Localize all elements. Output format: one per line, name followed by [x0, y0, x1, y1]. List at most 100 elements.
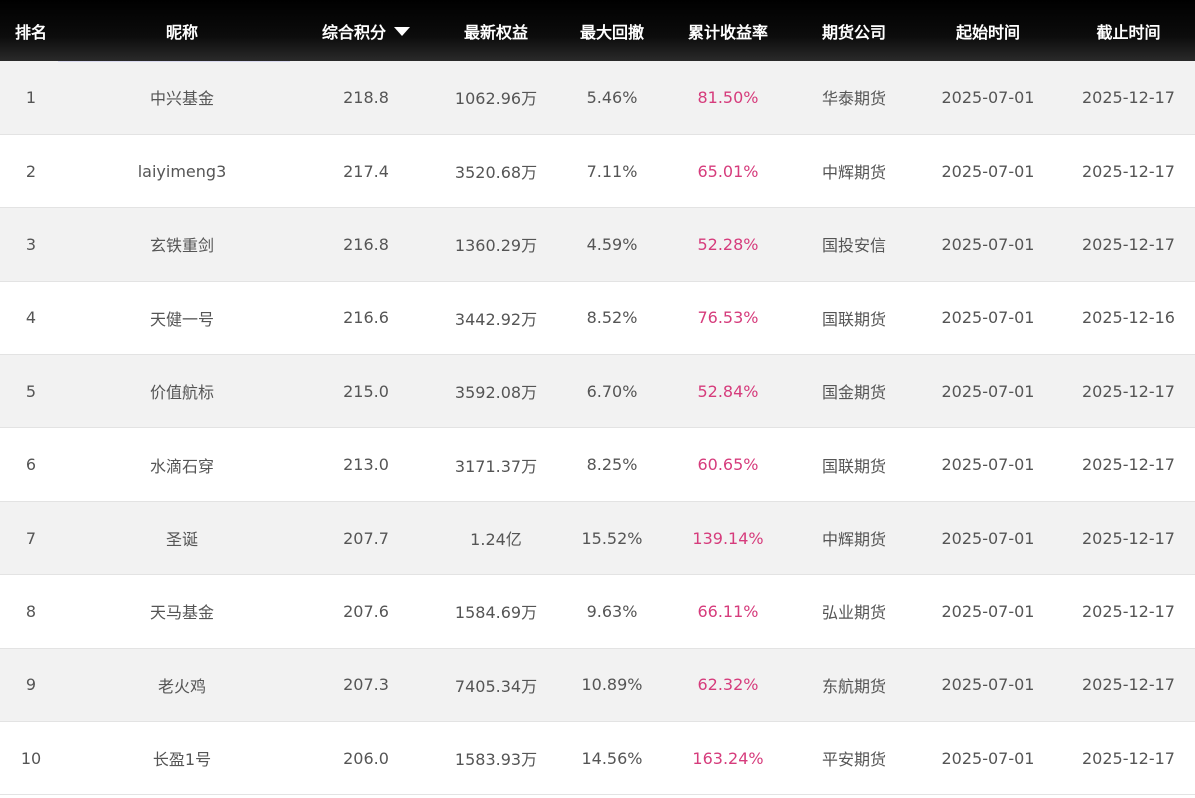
cell-nickname: 老火鸡 — [62, 648, 302, 723]
cell-rank: 9 — [0, 648, 62, 723]
cell-start: 2025-07-01 — [914, 354, 1062, 429]
cell-end: 2025-12-17 — [1062, 354, 1195, 429]
cell-start: 2025-07-01 — [914, 207, 1062, 282]
cell-nickname: 圣诞 — [62, 501, 302, 576]
cell-equity: 7405.34万 — [430, 648, 562, 723]
cell-start: 2025-07-01 — [914, 721, 1062, 796]
cell-drawdown: 8.52% — [562, 281, 662, 356]
cell-drawdown: 10.89% — [562, 648, 662, 723]
table-row: 3 玄铁重剑 216.8 1360.29万 4.59% 52.28% 国投安信 … — [0, 207, 1195, 282]
table-row: 4 天健一号 216.6 3442.92万 8.52% 76.53% 国联期货 … — [0, 281, 1195, 356]
header-score[interactable]: 综合积分 — [302, 0, 430, 61]
cell-return: 163.24% — [662, 721, 794, 796]
cell-end: 2025-12-17 — [1062, 648, 1195, 723]
cell-nickname: 玄铁重剑 — [62, 207, 302, 282]
cell-return: 60.65% — [662, 427, 794, 502]
cell-start: 2025-07-01 — [914, 61, 1062, 135]
cell-start: 2025-07-01 — [914, 501, 1062, 576]
cell-score: 207.6 — [302, 574, 430, 649]
cell-rank: 4 — [0, 281, 62, 356]
cell-company: 华泰期货 — [794, 61, 914, 135]
cell-end: 2025-12-17 — [1062, 207, 1195, 282]
cell-end: 2025-12-16 — [1062, 281, 1195, 356]
cell-return: 62.32% — [662, 648, 794, 723]
header-company: 期货公司 — [821, 22, 886, 42]
header-return: 累计收益率 — [687, 22, 768, 42]
row-divider — [58, 61, 290, 62]
cell-equity: 3171.37万 — [430, 427, 562, 502]
cell-equity: 1062.96万 — [430, 61, 562, 135]
cell-company: 平安期货 — [794, 721, 914, 796]
triangle-down-icon[interactable] — [394, 26, 410, 36]
table-row: 8 天马基金 207.6 1584.69万 9.63% 66.11% 弘业期货 … — [0, 574, 1195, 649]
header-end: 截止时间 — [1096, 22, 1161, 42]
cell-nickname-text: 中兴基金 — [149, 89, 214, 109]
cell-rank: 5 — [0, 354, 62, 429]
cell-start: 2025-07-01 — [914, 281, 1062, 356]
cell-company: 国联期货 — [794, 427, 914, 502]
cell-equity: 3442.92万 — [430, 281, 562, 356]
cell-end: 2025-12-17 — [1062, 721, 1195, 796]
cell-company: 中辉期货 — [794, 501, 914, 576]
table-row: 5 价值航标 215.0 3592.08万 6.70% 52.84% 国金期货 … — [0, 354, 1195, 429]
cell-nickname: 水滴石穿 — [62, 427, 302, 502]
cell-score: 216.8 — [302, 207, 430, 282]
table-row: 1 中兴基金 218.8 1062.96万 5.46% 81.50% 华泰期货 … — [0, 61, 1195, 135]
cell-end: 2025-12-17 — [1062, 134, 1195, 209]
cell-rank: 10 — [0, 721, 62, 796]
cell-drawdown: 15.52% — [562, 501, 662, 576]
cell-score: 216.6 — [302, 281, 430, 356]
cell-return: 65.01% — [662, 134, 794, 209]
cell-rank: 2 — [0, 134, 62, 209]
cell-return: 66.11% — [662, 574, 794, 649]
cell-return: 76.53% — [662, 281, 794, 356]
header-drawdown: 最大回撤 — [579, 22, 644, 42]
table-row: 2 laiyimeng3 217.4 3520.68万 7.11% 65.01%… — [0, 134, 1195, 209]
cell-nickname: 中兴基金 — [58, 61, 302, 135]
cell-rank: 7 — [0, 501, 62, 576]
cell-drawdown: 5.46% — [562, 61, 662, 135]
cell-nickname: 天马基金 — [62, 574, 302, 649]
table-header: 排名 昵称 综合积分 最新权益 最大回撤 累计收益率 期货公司 起始时间 截止时… — [0, 0, 1195, 61]
table-row: 9 老火鸡 207.3 7405.34万 10.89% 62.32% 东航期货 … — [0, 648, 1195, 723]
cell-company: 国投安信 — [794, 207, 914, 282]
cell-equity: 1360.29万 — [430, 207, 562, 282]
cell-start: 2025-07-01 — [914, 134, 1062, 209]
header-score-label: 综合积分 — [321, 22, 386, 42]
cell-score: 207.3 — [302, 648, 430, 723]
cell-equity: 1584.69万 — [430, 574, 562, 649]
cell-drawdown: 9.63% — [562, 574, 662, 649]
cell-drawdown: 8.25% — [562, 427, 662, 502]
table-body: 1 中兴基金 218.8 1062.96万 5.46% 81.50% 华泰期货 … — [0, 61, 1195, 796]
cell-drawdown: 7.11% — [562, 134, 662, 209]
cell-score: 215.0 — [302, 354, 430, 429]
cell-drawdown: 4.59% — [562, 207, 662, 282]
cell-start: 2025-07-01 — [914, 427, 1062, 502]
cell-company: 国金期货 — [794, 354, 914, 429]
cell-drawdown: 6.70% — [562, 354, 662, 429]
header-start: 起始时间 — [955, 22, 1020, 42]
cell-end: 2025-12-17 — [1062, 501, 1195, 576]
cell-return: 52.84% — [662, 354, 794, 429]
header-nickname: 昵称 — [165, 22, 198, 42]
ranking-table: 排名 昵称 综合积分 最新权益 最大回撤 累计收益率 期货公司 起始时间 截止时… — [0, 0, 1195, 796]
cell-nickname: 长盈1号 — [62, 721, 302, 796]
cell-end: 2025-12-17 — [1062, 574, 1195, 649]
cell-start: 2025-07-01 — [914, 648, 1062, 723]
cell-company: 弘业期货 — [794, 574, 914, 649]
cell-score: 218.8 — [302, 61, 430, 135]
cell-return: 139.14% — [662, 501, 794, 576]
cell-return: 52.28% — [662, 207, 794, 282]
cell-score: 217.4 — [302, 134, 430, 209]
cell-rank: 3 — [0, 207, 62, 282]
table-row: 7 圣诞 207.7 1.24亿 15.52% 139.14% 中辉期货 202… — [0, 501, 1195, 576]
header-equity: 最新权益 — [463, 22, 528, 42]
cell-company: 国联期货 — [794, 281, 914, 356]
cell-score: 213.0 — [302, 427, 430, 502]
cell-nickname: 价值航标 — [62, 354, 302, 429]
cell-nickname: 天健一号 — [62, 281, 302, 356]
cell-score: 206.0 — [302, 721, 430, 796]
cell-nickname: laiyimeng3 — [62, 134, 302, 209]
cell-score: 207.7 — [302, 501, 430, 576]
cell-equity: 1583.93万 — [430, 721, 562, 796]
